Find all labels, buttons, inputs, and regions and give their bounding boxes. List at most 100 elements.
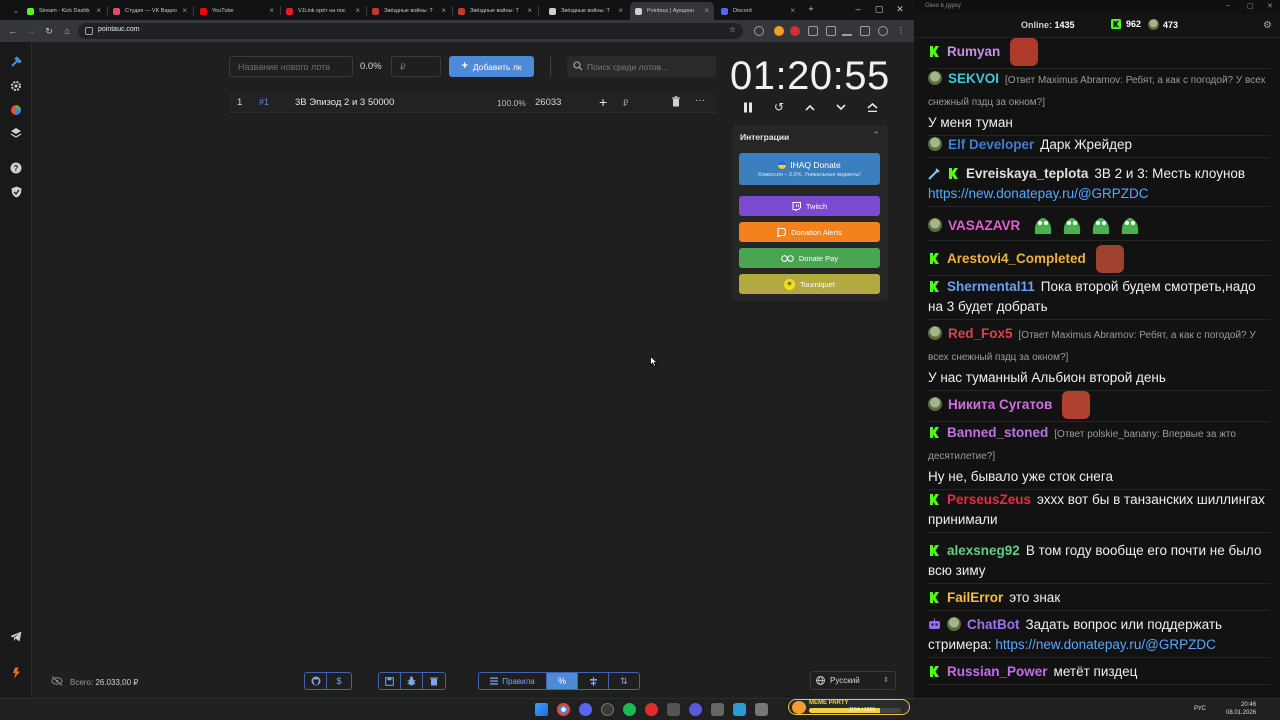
tourniquet-button[interactable]: ✳ Tourniquet (739, 274, 880, 294)
minimize-icon[interactable]: – (1226, 2, 1230, 9)
collapse-chevron-icon[interactable]: ⌃ (872, 130, 880, 141)
telegram-icon[interactable] (9, 629, 23, 643)
trash-icon[interactable] (671, 96, 681, 110)
twitch-button[interactable]: Twitch (739, 196, 880, 216)
tab-close-icon[interactable]: × (527, 7, 532, 15)
donate-pay-button[interactable]: Donate Pay (739, 248, 880, 268)
chat-username[interactable]: SEKVOI (948, 71, 999, 86)
tab-close-icon[interactable]: × (96, 7, 101, 15)
pause-icon[interactable] (741, 100, 755, 114)
tab-close-icon[interactable]: × (441, 7, 446, 15)
search-input[interactable] (587, 56, 712, 77)
forward-icon[interactable]: → (24, 24, 38, 38)
browser-tab[interactable]: Звёздные войны: Т × (367, 2, 451, 20)
lot-id[interactable]: #1 (259, 97, 269, 107)
app-icon[interactable] (667, 703, 680, 716)
tab-close-icon[interactable]: × (790, 7, 795, 15)
add-lot-button[interactable]: + Добавить лк (449, 56, 534, 77)
tab-close-icon[interactable]: × (355, 7, 360, 15)
address-bar[interactable]: pointauc.com ☆ (78, 23, 743, 39)
align-center-icon[interactable] (578, 673, 609, 689)
lot-name[interactable]: 3В Эпизод 2 и 3 50000 (295, 97, 394, 108)
profile-avatar[interactable] (878, 26, 888, 36)
download-icon[interactable] (842, 26, 852, 36)
chat-username[interactable]: Shermental11 (947, 279, 1035, 294)
maximize-icon[interactable]: ▢ (1247, 2, 1254, 10)
new-lot-amount-input[interactable] (391, 56, 441, 77)
chrome-icon[interactable] (557, 703, 570, 716)
system-clock[interactable]: 20:46 08.01.2026 (1226, 701, 1256, 717)
shield-check-icon[interactable] (9, 185, 23, 199)
browser-tab[interactable]: VJLink орёт на пос × (281, 2, 365, 20)
maximize-icon[interactable]: ▢ (872, 3, 886, 16)
back-icon[interactable]: ← (6, 24, 20, 38)
chat-username[interactable]: Rumyan (947, 44, 1000, 59)
tab-search-icon[interactable]: ⌄ (8, 2, 19, 20)
browser-tab[interactable]: Stream - Kick Dashb × (22, 2, 106, 20)
chat-link[interactable]: https://new.donatepay.ru/@GRPZDC (928, 186, 1149, 201)
chevron-down-icon[interactable] (834, 100, 848, 114)
discord-icon[interactable] (579, 703, 592, 716)
chat-username[interactable]: ChatBot (967, 617, 1020, 632)
settings-gear-icon[interactable] (9, 79, 23, 93)
percent-icon[interactable]: % (547, 673, 578, 689)
extension-icon[interactable] (790, 26, 800, 36)
chevron-up-icon[interactable] (803, 100, 817, 114)
browser-tab[interactable]: Звёздные войны: Т × (544, 2, 628, 20)
tab-close-icon[interactable]: × (618, 7, 623, 15)
pie-chart-icon[interactable] (9, 103, 23, 117)
lot-search[interactable] (567, 56, 716, 77)
boosty-icon[interactable] (9, 666, 23, 680)
tab-close-icon[interactable]: × (182, 7, 187, 15)
language-select[interactable]: Русский ⇕ (810, 671, 896, 690)
menu-dots-icon[interactable]: ⋮ (896, 26, 906, 36)
donation-alerts-button[interactable]: Donation Alerts (739, 222, 880, 242)
double-chevron-up-icon[interactable] (865, 100, 879, 114)
save-icon[interactable] (379, 673, 401, 689)
app-icon[interactable] (733, 703, 746, 716)
app-icon[interactable] (711, 703, 724, 716)
browser-tab[interactable]: Звёздные войны: Т × (453, 2, 537, 20)
tab-close-icon[interactable]: × (269, 7, 274, 15)
help-icon[interactable]: ? (9, 161, 23, 175)
rules-button[interactable]: Правила (479, 673, 547, 689)
spotify-icon[interactable] (623, 703, 636, 716)
chat-username[interactable]: Elf Developer (948, 137, 1034, 152)
eye-off-icon[interactable] (51, 676, 63, 686)
reload-icon[interactable]: ↻ (42, 24, 56, 38)
chat-username[interactable]: Никита Сугатов (948, 397, 1052, 412)
app-icon[interactable] (645, 703, 658, 716)
tab-close-icon[interactable]: × (704, 7, 709, 15)
chat-username[interactable]: Arestovi4_Completed (947, 251, 1086, 266)
chat-username[interactable]: Red_Fox5 (948, 326, 1013, 341)
chat-username[interactable]: Banned_stoned (947, 425, 1048, 440)
browser-tab[interactable]: YouTube × (195, 2, 279, 20)
add-amount-plus-icon[interactable]: + (599, 94, 607, 110)
start-menu-icon[interactable] (535, 703, 548, 716)
chat-username[interactable]: Russian_Power (947, 664, 1048, 679)
chat-username[interactable]: alexsneg92 (947, 543, 1020, 558)
sort-icon[interactable]: ⇅ (609, 673, 639, 689)
split-view-icon[interactable] (826, 26, 836, 36)
chat-username[interactable]: Evreiskaya_teplota (966, 166, 1088, 181)
home-icon[interactable]: ⌂ (60, 24, 74, 38)
new-lot-name-input[interactable] (229, 56, 353, 77)
close-window-icon[interactable]: ✕ (893, 3, 907, 16)
bookmark-star-icon[interactable]: ☆ (729, 25, 736, 34)
restart-icon[interactable]: ↺ (772, 100, 786, 114)
site-info-icon[interactable] (85, 27, 93, 35)
obs-icon[interactable] (601, 703, 614, 716)
minimize-icon[interactable]: – (851, 3, 865, 16)
chat-username[interactable]: VASAZAVR (948, 218, 1020, 233)
lot-row[interactable]: 1 #1 3В Эпизод 2 и 3 50000 100.0% 26033 … (229, 91, 716, 113)
sidepanel-icon[interactable] (860, 26, 870, 36)
chat-username[interactable]: FailError (947, 590, 1003, 605)
extension-icon[interactable] (754, 26, 764, 36)
chat-link[interactable]: https://new.donatepay.ru/@GRPZDC (995, 637, 1216, 652)
dollar-icon[interactable]: $ (327, 673, 351, 689)
close-window-icon[interactable]: ✕ (1267, 2, 1273, 10)
app-icon[interactable] (755, 703, 768, 716)
keyboard-language[interactable]: РУС (1194, 706, 1206, 712)
layers-icon[interactable] (9, 126, 23, 140)
bug-icon[interactable] (401, 673, 423, 689)
